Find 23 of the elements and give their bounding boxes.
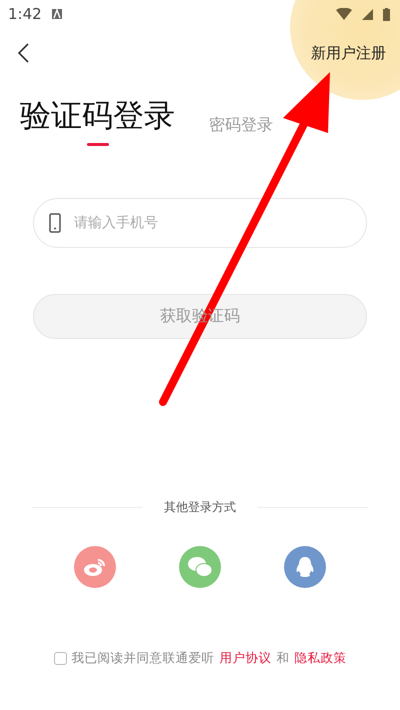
login-tab[interactable]: 验证码登录 [20, 96, 175, 148]
phone-field[interactable]: 请输入手机号 [33, 198, 367, 248]
penguin-icon [295, 556, 315, 578]
register-link[interactable]: 新用户注册 [311, 44, 386, 62]
phone-icon [49, 213, 61, 233]
agreement-checkbox[interactable] [54, 652, 66, 665]
signal-icon [362, 8, 373, 20]
social-login-button[interactable] [179, 546, 221, 588]
user-agreement-link[interactable]: 用户协议 [220, 650, 272, 667]
agreement-text: 我已阅读并同意联通爱听 [72, 650, 214, 667]
other-login-title: 其他登录方式 [164, 499, 236, 516]
status-time: 1:42 [8, 5, 42, 23]
notification-icon [52, 9, 62, 19]
joiner-text: 和 [276, 650, 290, 667]
back-icon[interactable] [18, 43, 29, 63]
weibo-icon [83, 557, 107, 577]
battery-icon [383, 8, 390, 20]
social-login-button[interactable] [284, 546, 326, 588]
privacy-policy-link[interactable]: 隐私政策 [294, 650, 346, 667]
chat-bubbles-icon [187, 556, 213, 578]
wifi-icon [336, 8, 352, 20]
social-login-button[interactable] [74, 546, 116, 588]
login-tab[interactable]: 密码登录 [209, 115, 273, 148]
